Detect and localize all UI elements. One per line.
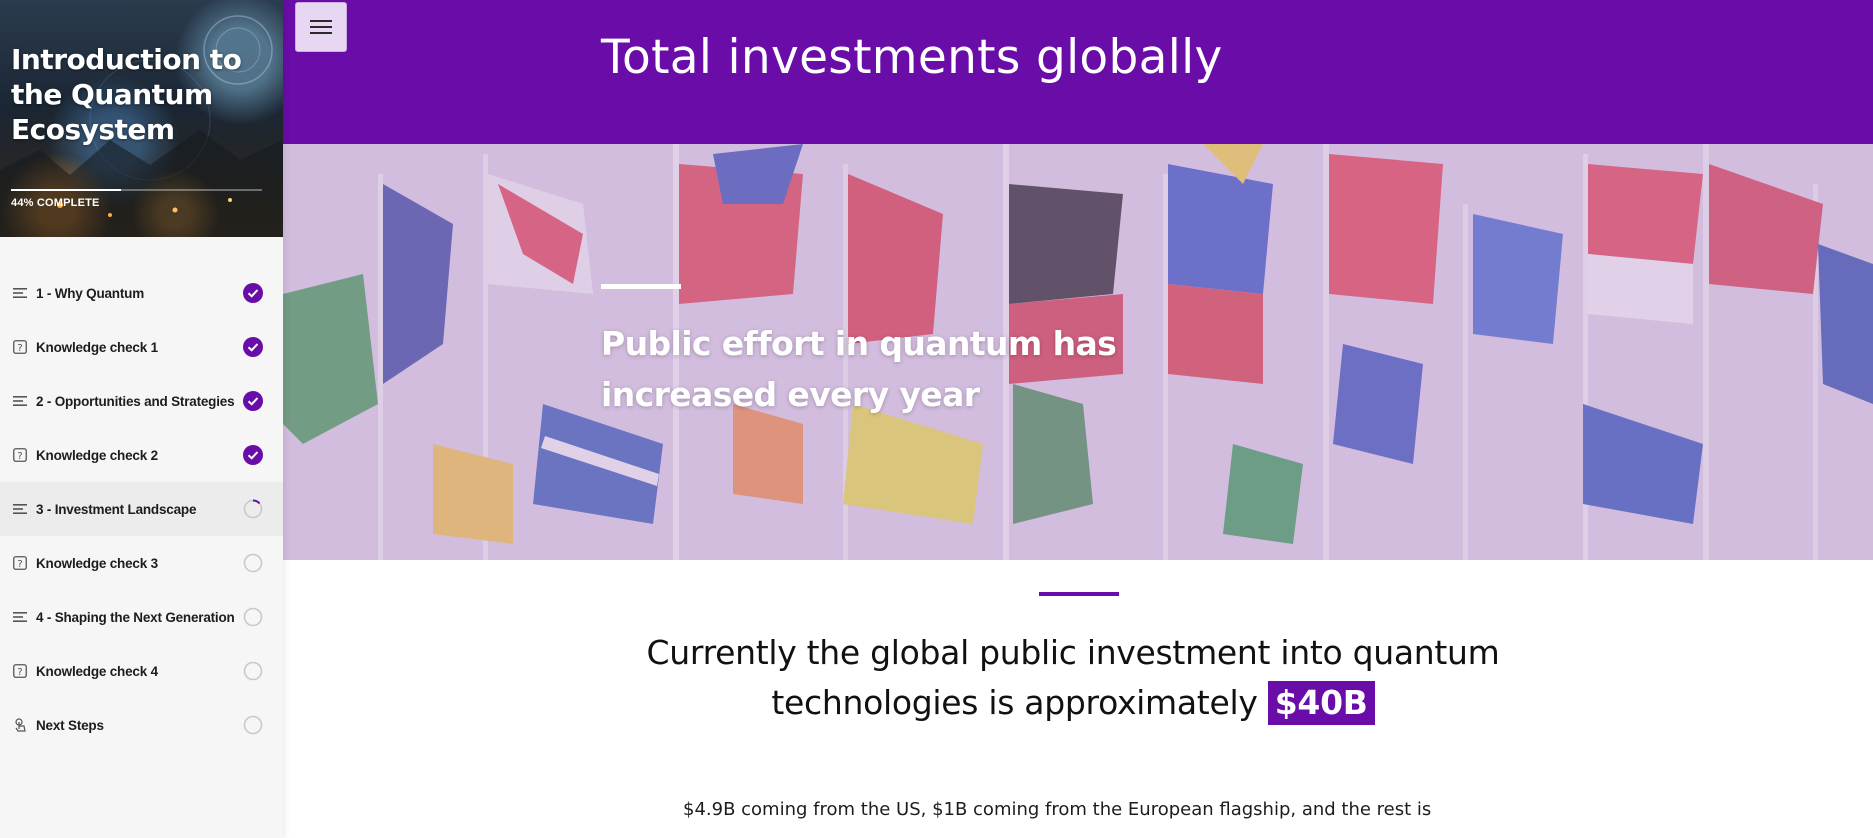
lesson-item-investment-landscape[interactable]: 3 - Investment Landscape (0, 482, 283, 536)
lesson-label: Knowledge check 2 (36, 447, 158, 463)
not-started-icon (243, 553, 263, 573)
lines-icon (12, 393, 28, 409)
lesson-item-next-steps[interactable]: Next Steps (0, 698, 283, 752)
section-divider (1039, 592, 1119, 596)
course-progress-fill (11, 189, 122, 191)
flags-banner: Public effort in quantum has increased e… (283, 144, 1873, 560)
question-icon: ? (12, 447, 28, 463)
course-cover: Introduction to the Quantum Ecosystem 44… (0, 0, 283, 237)
complete-check-icon (243, 391, 263, 411)
not-started-icon (243, 607, 263, 627)
not-started-icon (243, 715, 263, 735)
complete-check-icon (243, 445, 263, 465)
course-progress-label: 44% COMPLETE (11, 197, 100, 209)
course-sidebar: Introduction to the Quantum Ecosystem 44… (0, 0, 283, 838)
lesson-item-knowledge-check-2[interactable]: ? Knowledge check 2 (0, 428, 283, 482)
touch-icon (12, 717, 28, 733)
lesson-label: Next Steps (36, 717, 104, 733)
page-title: Total investments globally (601, 30, 1223, 85)
course-progress-bar (11, 189, 262, 191)
menu-toggle-button[interactable] (295, 2, 347, 52)
question-icon: ? (12, 339, 28, 355)
question-icon: ? (12, 663, 28, 679)
svg-text:?: ? (17, 451, 22, 462)
banner-accent-line (601, 284, 681, 289)
complete-check-icon (243, 283, 263, 303)
body-paragraph: $4.9B coming from the US, $1B coming fro… (683, 799, 1432, 820)
not-started-icon (243, 661, 263, 681)
svg-text:?: ? (17, 343, 22, 354)
lesson-item-shaping-next-generation[interactable]: 4 - Shaping the Next Generation (0, 590, 283, 644)
lesson-label: 4 - Shaping the Next Generation (36, 609, 235, 625)
svg-text:?: ? (17, 667, 22, 678)
lesson-label: Knowledge check 3 (36, 555, 158, 571)
lesson-item-knowledge-check-3[interactable]: ? Knowledge check 3 (0, 536, 283, 590)
question-icon: ? (12, 555, 28, 571)
lines-icon (12, 501, 28, 517)
complete-check-icon (243, 337, 263, 357)
lesson-content: Total investments globally Public effort… (283, 0, 1873, 838)
svg-text:?: ? (17, 559, 22, 570)
lines-icon (12, 609, 28, 625)
lesson-item-knowledge-check-4[interactable]: ? Knowledge check 4 (0, 644, 283, 698)
lesson-label: Knowledge check 4 (36, 663, 158, 679)
lesson-label: 2 - Opportunities and Strategies (36, 393, 235, 409)
lesson-item-why-quantum[interactable]: 1 - Why Quantum (0, 266, 283, 320)
course-title: Introduction to the Quantum Ecosystem (11, 43, 242, 146)
lesson-item-knowledge-check-1[interactable]: ? Knowledge check 1 (0, 320, 283, 374)
in-progress-icon (243, 499, 263, 519)
investment-statement: Currently the global public investment i… (633, 628, 1513, 728)
lesson-label: 3 - Investment Landscape (36, 501, 197, 517)
banner-heading: Public effort in quantum has increased e… (601, 324, 1117, 414)
lesson-label: Knowledge check 1 (36, 339, 158, 355)
lesson-header: Total investments globally (283, 0, 1873, 144)
lesson-list: 1 - Why Quantum ? Knowledge check 1 2 - … (0, 266, 283, 752)
investment-amount-badge: $40B (1267, 681, 1375, 725)
lines-icon (12, 285, 28, 301)
hamburger-icon (310, 20, 332, 34)
lesson-item-opportunities-strategies[interactable]: 2 - Opportunities and Strategies (0, 374, 283, 428)
lesson-label: 1 - Why Quantum (36, 285, 144, 301)
